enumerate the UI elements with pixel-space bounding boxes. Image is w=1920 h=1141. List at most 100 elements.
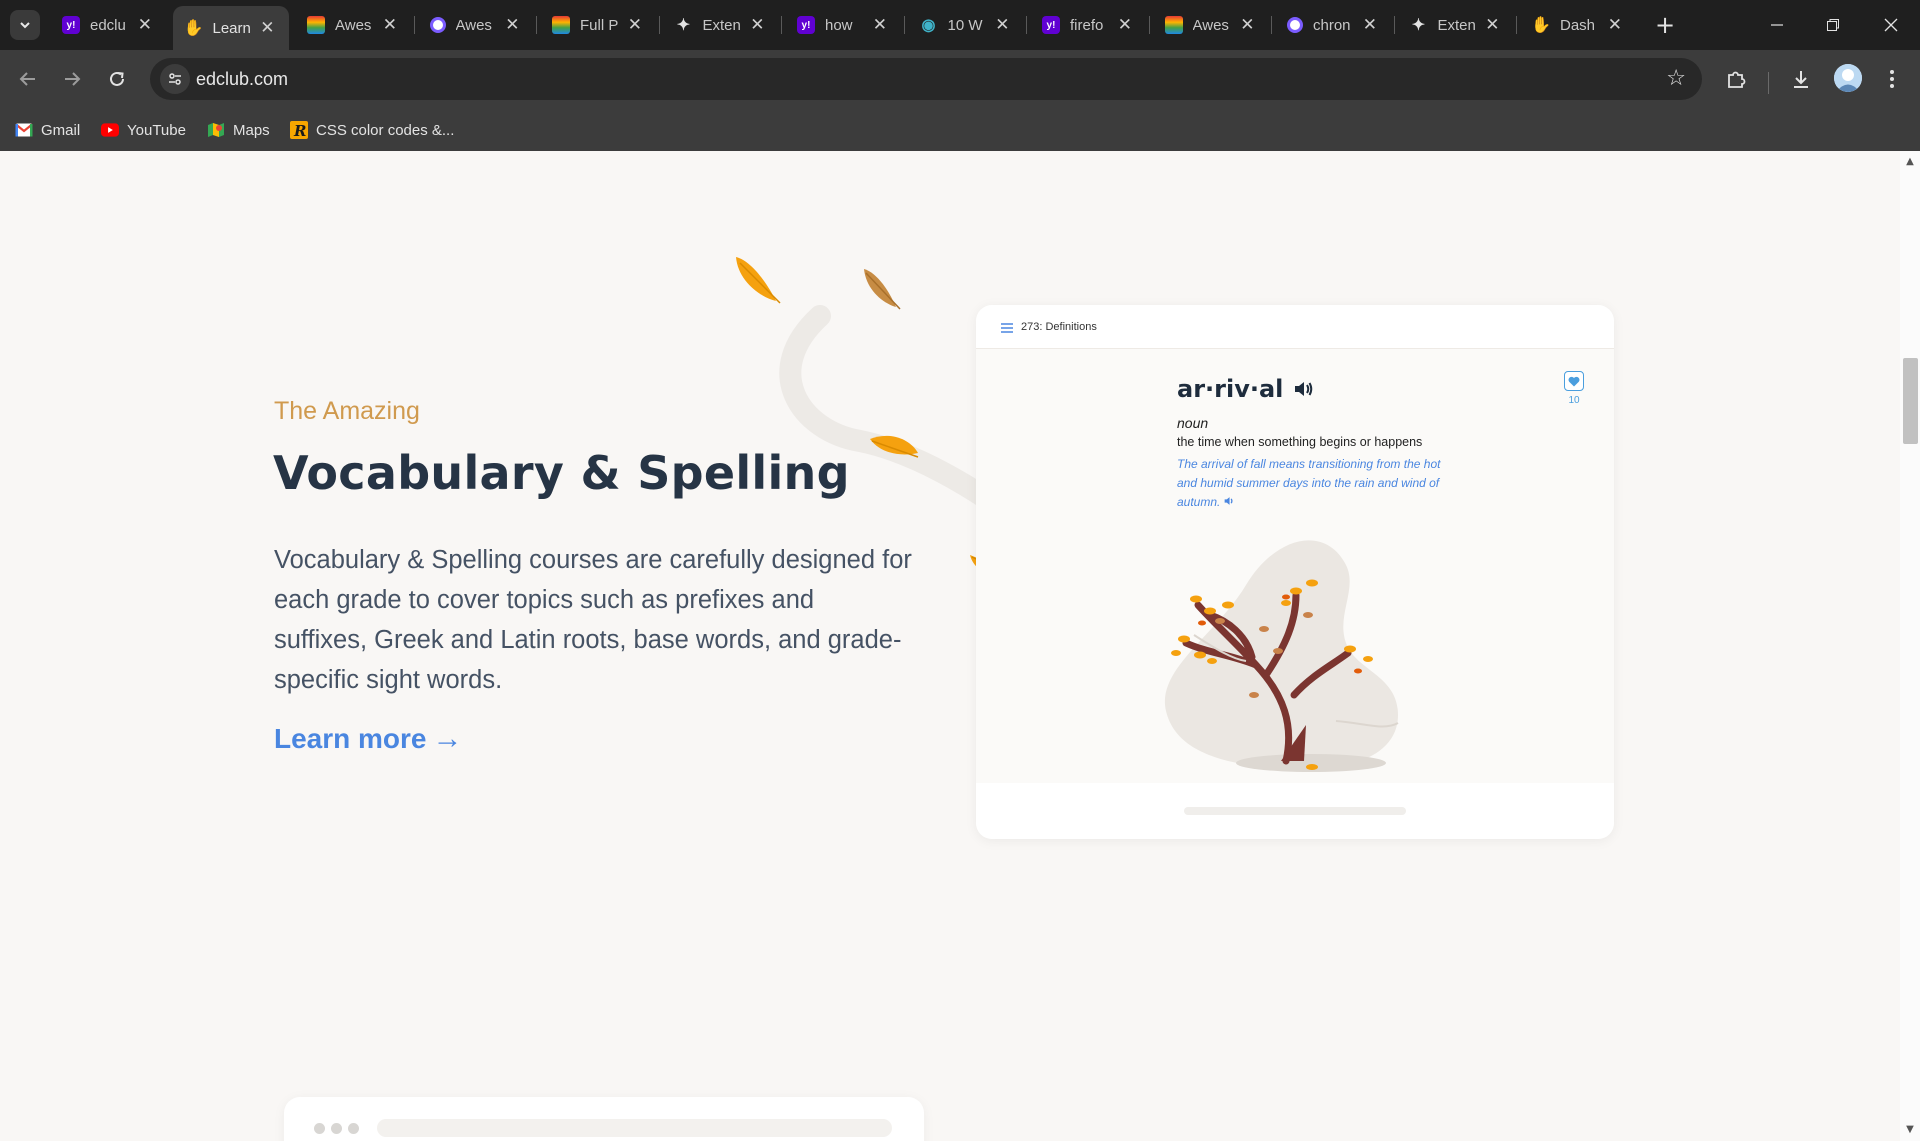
tab-title: edclu (90, 16, 126, 34)
tab-12[interactable]: ✋ Dash ✕ (1520, 8, 1636, 42)
ring-icon (1287, 17, 1303, 33)
new-tab-button[interactable]: + (1650, 10, 1680, 40)
bookmark-star-icon[interactable]: ☆ (1666, 66, 1686, 91)
youtube-icon (101, 122, 119, 138)
vocab-word: ar·riv·al (1177, 375, 1314, 403)
tab-separator (536, 16, 537, 34)
browser-menu-button[interactable] (1876, 63, 1908, 95)
favorite-button[interactable] (1564, 371, 1584, 391)
reload-button[interactable] (101, 63, 133, 95)
tab-strip: y! edclu ✕ ✋ Learn ✕ Awes ✕ Awes ✕ Full P ✕ ✦ Exten ✕ y… (0, 0, 1920, 50)
downloads-button[interactable] (1785, 63, 1817, 95)
close-tab-icon[interactable]: ✕ (873, 15, 887, 35)
r-logo-icon: R (290, 121, 308, 139)
definition-text: the time when something begins or happen… (1177, 435, 1423, 449)
tab-title: Exten (702, 16, 741, 34)
learn-more-label: Learn more (274, 723, 427, 754)
next-section-card (284, 1097, 924, 1141)
tab-6[interactable]: y! how ✕ (785, 8, 901, 42)
globe-icon: ◉ (921, 17, 936, 34)
tab-0[interactable]: y! edclu ✕ (50, 8, 166, 42)
window-dot (348, 1123, 359, 1134)
address-bar[interactable]: edclub.com ☆ (150, 58, 1702, 100)
scroll-up-arrow-icon[interactable]: ▲ (1902, 156, 1918, 170)
tab-separator (1393, 16, 1395, 34)
close-tab-icon[interactable]: ✕ (1485, 15, 1499, 35)
tab-4[interactable]: Full P ✕ (540, 8, 656, 42)
hero-title: Vocabulary & Spelling (273, 446, 850, 500)
tab-title: firefo (1070, 16, 1104, 34)
bookmark-label: CSS color codes &... (316, 121, 455, 139)
page-content: The Amazing Vocabulary & Spelling Vocabu… (0, 151, 1900, 1141)
close-tab-icon[interactable]: ✕ (138, 15, 152, 35)
scroll-down-arrow-icon[interactable]: ▼ (1902, 1124, 1918, 1138)
tab-separator (903, 16, 905, 34)
forward-button[interactable] (56, 63, 88, 95)
tab-separator (658, 16, 660, 34)
card-header: 273: Definitions (976, 305, 1614, 349)
bookmark-label: YouTube (127, 121, 186, 139)
site-info-button[interactable] (160, 64, 190, 94)
close-tab-icon[interactable]: ✕ (750, 15, 764, 35)
edclub-icon: ✋ (1531, 17, 1551, 34)
tab-title: Awes (455, 16, 492, 34)
puzzle-icon (1728, 71, 1746, 88)
tab-title: 10 W (947, 16, 983, 34)
tab-7[interactable]: ◉ 10 W ✕ (908, 8, 1024, 42)
menu-icon[interactable] (1001, 323, 1013, 333)
back-button[interactable] (12, 63, 44, 95)
close-tab-icon[interactable]: ✕ (1363, 15, 1377, 35)
tab-11[interactable]: ✦ Exten ✕ (1398, 8, 1514, 42)
minimize-icon (1771, 24, 1783, 26)
restore-button[interactable] (1810, 0, 1856, 50)
bookmark-maps[interactable]: Maps (207, 119, 270, 141)
close-tab-icon[interactable]: ✕ (1608, 15, 1622, 35)
url-text[interactable]: edclub.com (196, 69, 288, 90)
tab-title: Dash (1560, 16, 1596, 34)
scrollbar-thumb[interactable] (1903, 358, 1918, 444)
autumn-tree-illustration (1164, 540, 1399, 772)
edclub-icon: ✋ (183, 20, 204, 37)
tab-10[interactable]: chron ✕ (1275, 8, 1391, 42)
close-tab-icon[interactable]: ✕ (1118, 15, 1132, 35)
tab-2[interactable]: Awes ✕ (295, 8, 411, 42)
tab-3[interactable]: Awes ✕ (418, 8, 534, 42)
close-tab-icon[interactable]: ✕ (995, 15, 1009, 35)
tab-separator (1026, 16, 1027, 34)
maps-icon (207, 122, 225, 138)
bookmarks-bar: Gmail YouTube Maps R CSS color codes &..… (0, 108, 1920, 151)
profile-avatar[interactable] (1834, 64, 1862, 92)
close-tab-icon[interactable]: ✕ (1240, 15, 1254, 35)
tab-9[interactable]: Awes ✕ (1153, 8, 1269, 42)
minimize-button[interactable] (1754, 0, 1800, 50)
word-text: ar·riv·al (1177, 375, 1284, 403)
bookmark-youtube[interactable]: YouTube (101, 119, 186, 141)
puzzle-icon: ✦ (676, 17, 691, 34)
speaker-icon[interactable] (1222, 495, 1236, 507)
close-window-button[interactable] (1868, 0, 1914, 50)
tab-search-button[interactable] (10, 10, 40, 40)
example-sentence: The arrival of fall means transitioning … (1177, 455, 1445, 512)
rainbow-icon (1164, 16, 1183, 34)
progress-placeholder (1184, 807, 1406, 815)
close-tab-icon[interactable]: ✕ (383, 15, 397, 35)
tab-5[interactable]: ✦ Exten ✕ (663, 8, 779, 42)
tab-title: how (825, 16, 853, 34)
tab-1[interactable]: ✋ Learn ✕ (172, 6, 289, 50)
bookmark-gmail[interactable]: Gmail (15, 119, 80, 141)
leaf-icon (736, 257, 781, 304)
close-tab-icon[interactable]: ✕ (628, 15, 642, 35)
extensions-button[interactable] (1720, 63, 1752, 95)
page-scrollbar[interactable] (1900, 151, 1920, 1141)
window-dot (314, 1123, 325, 1134)
close-tab-icon[interactable]: ✕ (260, 18, 274, 38)
bookmark-css-color-codes[interactable]: R CSS color codes &... (290, 119, 454, 141)
tab-title: chron (1313, 16, 1351, 34)
tab-8[interactable]: y! firefo ✕ (1030, 8, 1146, 42)
close-tab-icon[interactable]: ✕ (505, 15, 519, 35)
learn-more-link[interactable]: Learn more → (274, 722, 463, 756)
tab-separator (413, 16, 415, 34)
tab-title: Exten (1437, 16, 1476, 34)
speaker-icon[interactable] (1292, 378, 1314, 400)
tab-title: Full P (580, 16, 619, 34)
